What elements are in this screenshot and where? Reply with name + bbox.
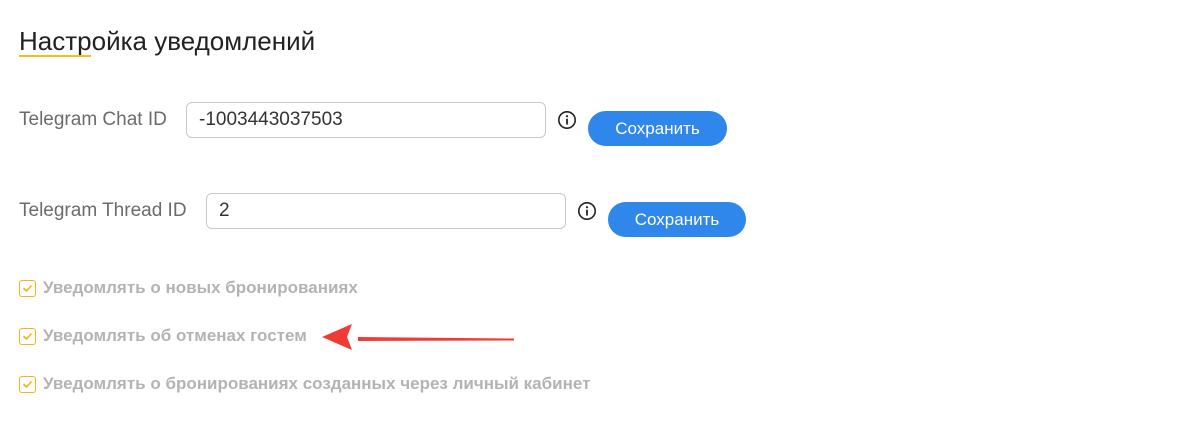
- info-icon[interactable]: [557, 110, 577, 130]
- checkbox-label: Уведомлять об отменах гостем: [43, 326, 307, 345]
- annotation-arrow-icon: [322, 324, 514, 350]
- checkbox-checked-icon[interactable]: [19, 327, 36, 345]
- checkbox-checked-icon[interactable]: [19, 375, 36, 393]
- chat-id-label: Telegram Chat ID: [19, 109, 167, 130]
- info-icon[interactable]: [577, 201, 597, 221]
- page-title: Настройка уведомлений: [19, 26, 316, 56]
- thread-id-input[interactable]: [206, 193, 566, 229]
- chat-id-input[interactable]: [186, 102, 546, 138]
- checkbox-label: Уведомлять о бронированиях созданных чер…: [43, 374, 591, 393]
- title-underline: [19, 55, 91, 57]
- notify-guest-cancellations-checkbox[interactable]: Уведомлять об отменах гостем: [19, 326, 307, 346]
- save-thread-id-button[interactable]: Сохранить: [608, 202, 746, 237]
- checkbox-label: Уведомлять о новых бронированиях: [43, 278, 358, 297]
- notify-cabinet-bookings-checkbox[interactable]: Уведомлять о бронированиях созданных чер…: [19, 374, 590, 394]
- notify-new-bookings-checkbox[interactable]: Уведомлять о новых бронированиях: [19, 278, 358, 298]
- save-chat-id-button[interactable]: Сохранить: [588, 111, 727, 146]
- checkbox-checked-icon[interactable]: [19, 279, 36, 297]
- thread-id-label: Telegram Thread ID: [19, 200, 187, 221]
